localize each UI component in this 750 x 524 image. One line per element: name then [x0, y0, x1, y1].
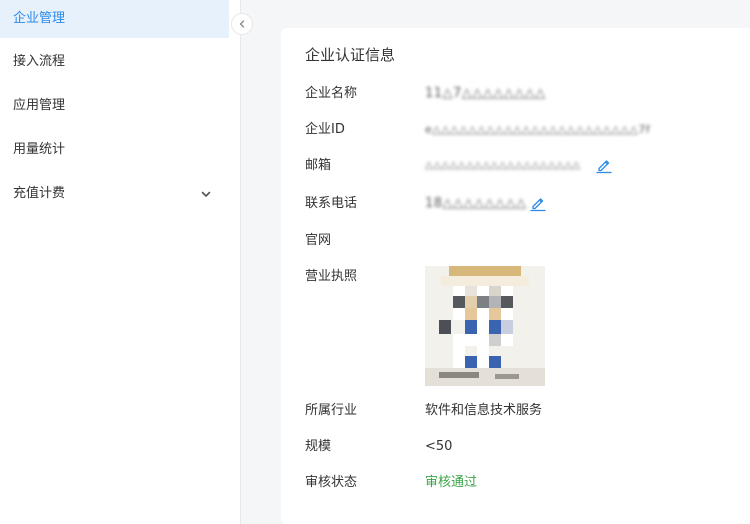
sidebar-collapse-button[interactable]: [231, 13, 253, 35]
edit-email-icon[interactable]: [595, 156, 613, 174]
sidebar-item-enterprise-management[interactable]: 企业管理: [0, 0, 229, 38]
phone-label: 联系电话: [305, 196, 358, 211]
sidebar-item-label: 接入流程: [13, 54, 66, 69]
sidebar-item-label: 企业管理: [13, 11, 66, 26]
sidebar-item-access-flow[interactable]: 接入流程: [0, 43, 229, 81]
sidebar-item-app-management[interactable]: 应用管理: [0, 87, 229, 125]
business-license-label: 营业执照: [305, 269, 358, 284]
review-status-badge: 审核通过: [425, 475, 478, 490]
email-value: △△△△△△△△△△△△△△△△△△△: [425, 160, 581, 171]
company-id-label: 企业ID: [305, 122, 345, 137]
sidebar-item-usage-stats[interactable]: 用量统计: [0, 131, 229, 169]
sidebar-item-label: 充值计费: [13, 186, 66, 201]
company-id-value: e△△△△△△△△△△△△△△△△△△△△△△△7f: [425, 123, 651, 136]
card-title: 企业认证信息: [305, 46, 396, 64]
industry-value: 软件和信息技术服务: [425, 403, 543, 418]
scale-value: <50: [425, 439, 453, 454]
website-label: 官网: [305, 233, 332, 248]
sidebar-item-label: 应用管理: [13, 98, 66, 113]
industry-label: 所属行业: [305, 403, 358, 418]
business-license-image[interactable]: [425, 266, 545, 386]
sidebar: 企业管理 接入流程 应用管理 用量统计 充值计费: [0, 0, 241, 524]
email-label: 邮箱: [305, 158, 332, 173]
company-name-label: 企业名称: [305, 86, 358, 101]
enterprise-info-card: 企业认证信息 企业名称 11△7△△△△△△△△ 企业ID e△△△△△△△△△…: [281, 28, 750, 524]
chevron-left-icon: [237, 19, 247, 29]
sidebar-item-label: 用量统计: [13, 142, 66, 157]
chevron-down-icon[interactable]: [199, 175, 213, 213]
phone-value: 18△△△△△△△△: [425, 196, 527, 211]
scale-label: 规模: [305, 439, 332, 454]
edit-phone-icon[interactable]: [529, 194, 547, 212]
review-status-label: 审核状态: [305, 475, 358, 490]
sidebar-item-recharge-billing[interactable]: 充值计费: [0, 175, 229, 213]
company-name-value: 11△7△△△△△△△△: [425, 86, 546, 101]
